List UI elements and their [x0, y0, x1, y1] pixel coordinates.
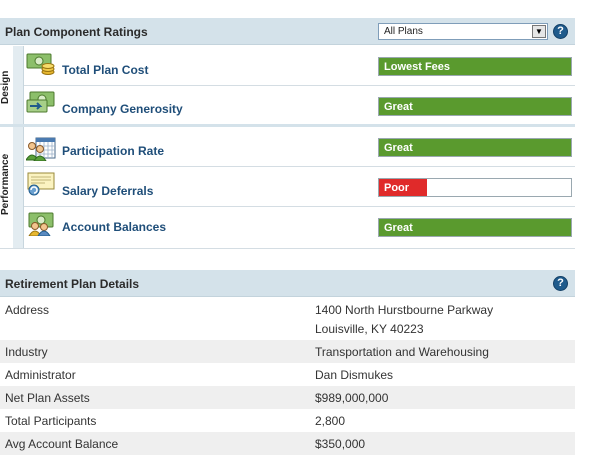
rating-bar: Lowest Fees	[378, 57, 572, 76]
detail-row-total-participants: Total Participants 2,800	[0, 409, 575, 432]
performance-group: Performance	[0, 127, 13, 248]
detail-value: 1400 North Hurstbourne Parkway	[315, 303, 494, 317]
detail-label: Avg Account Balance	[5, 437, 119, 451]
design-group: Design	[0, 46, 13, 124]
rating-value: Lowest Fees	[384, 61, 451, 73]
rating-label[interactable]: Total Plan Cost	[62, 63, 148, 77]
plan-select-value: All Plans	[384, 26, 423, 37]
rating-value: Great	[384, 142, 413, 154]
detail-value: 2,800	[315, 414, 346, 428]
people-money-icon	[28, 212, 54, 236]
people-calendar-icon	[26, 137, 56, 161]
help-icon[interactable]: ?	[553, 24, 568, 39]
detail-value: Transportation and Warehousing	[315, 345, 489, 359]
ratings-title: Plan Component Ratings	[5, 25, 148, 39]
design-group-bar	[13, 46, 24, 124]
rating-row-salary-deferrals[interactable]: Salary Deferrals Poor	[24, 167, 575, 207]
rating-label[interactable]: Account Balances	[62, 220, 166, 234]
rating-row-participation-rate[interactable]: Participation Rate Great	[24, 127, 575, 167]
detail-row-industry: Industry Transportation and Warehousing	[0, 340, 575, 363]
detail-value: Louisville, KY 40223	[315, 322, 424, 336]
detail-value: Dan Dismukes	[315, 368, 394, 382]
rating-bar: Poor	[378, 178, 572, 197]
plan-select[interactable]: All Plans ▼	[378, 23, 548, 40]
rating-bar: Great	[378, 97, 572, 116]
ratings-header: Plan Component Ratings All Plans ▼ ?	[0, 18, 575, 45]
detail-label: Total Participants	[5, 414, 97, 428]
rating-value: Great	[384, 101, 413, 113]
performance-group-label: Performance	[0, 153, 11, 215]
rating-label[interactable]: Salary Deferrals	[62, 184, 153, 198]
details-title: Retirement Plan Details	[5, 277, 140, 291]
detail-label: Address	[5, 303, 50, 317]
detail-row-avg-account-balance: Avg Account Balance $350,000	[0, 432, 575, 455]
detail-value: $350,000	[315, 437, 366, 451]
detail-label: Administrator	[5, 368, 76, 382]
detail-row-address-line-2: Louisville, KY 40223	[0, 317, 575, 340]
rating-value: Great	[384, 222, 413, 234]
detail-value: $989,000,000	[315, 391, 389, 405]
rating-label[interactable]: Participation Rate	[62, 144, 164, 158]
detail-label: Net Plan Assets	[5, 391, 90, 405]
chevron-down-icon[interactable]: ▼	[532, 25, 546, 38]
help-icon[interactable]: ?	[553, 276, 568, 291]
money-transfer-icon	[26, 91, 55, 113]
rating-bar: Great	[378, 218, 572, 237]
details-header: Retirement Plan Details ?	[0, 270, 575, 297]
design-group-label: Design	[0, 70, 11, 104]
rating-label[interactable]: Company Generosity	[62, 102, 183, 116]
rating-row-account-balances[interactable]: Account Balances Great	[24, 207, 575, 248]
detail-label: Industry	[5, 345, 48, 359]
rating-row-total-plan-cost[interactable]: Total Plan Cost Lowest Fees	[24, 46, 575, 86]
paycheck-icon	[27, 172, 55, 196]
detail-row-net-plan-assets: Net Plan Assets $989,000,000	[0, 386, 575, 409]
rating-bar: Great	[378, 138, 572, 157]
performance-group-bar	[13, 127, 24, 248]
money-coins-icon	[26, 53, 55, 75]
detail-row-administrator: Administrator Dan Dismukes	[0, 363, 575, 386]
ratings-bottom-rule	[0, 248, 575, 249]
rating-value: Poor	[384, 182, 410, 194]
rating-row-company-generosity[interactable]: Company Generosity Great	[24, 86, 575, 124]
